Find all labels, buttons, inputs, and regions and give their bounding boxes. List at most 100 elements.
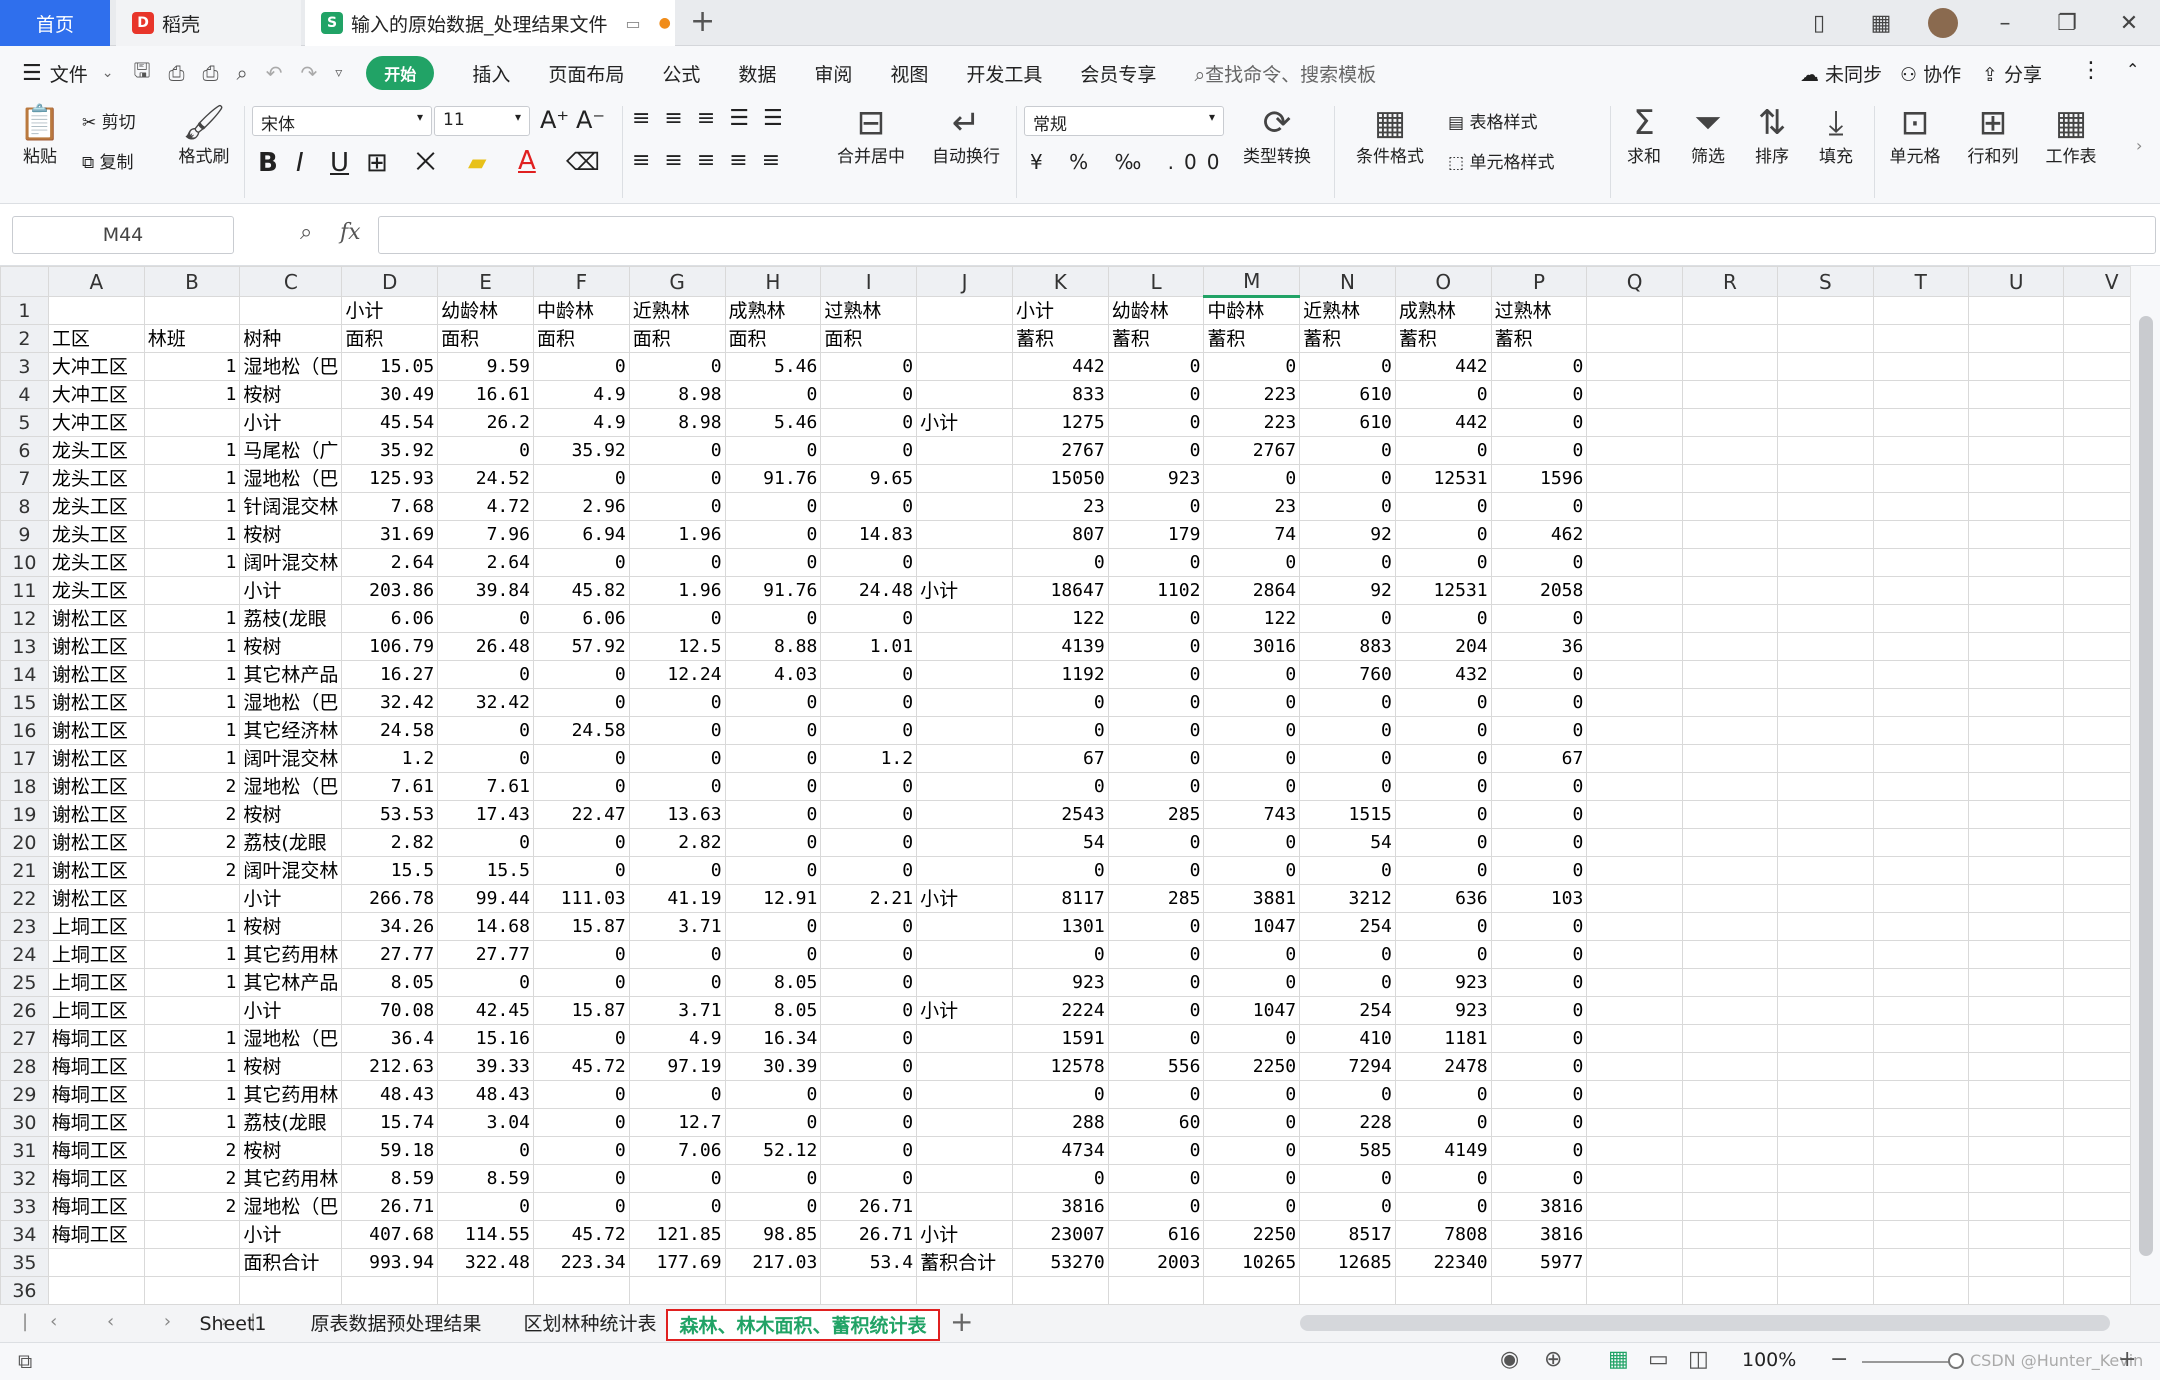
column-header-H[interactable]: H: [724, 266, 822, 297]
cell-I9[interactable]: 14.83: [820, 520, 918, 549]
cell-U33[interactable]: [1967, 1192, 2065, 1221]
cell-I16[interactable]: 0: [820, 716, 918, 745]
cell-N29[interactable]: 0: [1299, 1080, 1396, 1109]
cell-U23[interactable]: [1967, 912, 2065, 941]
cell-B33[interactable]: 2: [143, 1192, 241, 1221]
fill-button[interactable]: ⤓ 填充: [1808, 104, 1864, 167]
vertical-scrollbar[interactable]: [2130, 266, 2160, 1304]
cell-O33[interactable]: 0: [1394, 1192, 1492, 1221]
row-header[interactable]: 4: [0, 380, 49, 409]
cell-U26[interactable]: [1967, 996, 2065, 1025]
cell-P29[interactable]: 0: [1490, 1080, 1588, 1109]
bold-icon[interactable]: B: [258, 148, 278, 178]
cell-G25[interactable]: 0: [628, 968, 726, 997]
cell-K18[interactable]: 0: [1011, 772, 1109, 801]
add-sheet-icon[interactable]: +: [950, 1305, 973, 1338]
cell-L29[interactable]: 0: [1107, 1080, 1205, 1109]
language-icon[interactable]: ⊕: [1544, 1347, 1562, 1372]
cell-C25[interactable]: 其它林产品: [239, 968, 343, 997]
cell-N17[interactable]: 0: [1299, 744, 1396, 773]
cell-M12[interactable]: 122: [1203, 604, 1301, 633]
cell-U34[interactable]: [1967, 1220, 2065, 1249]
cell-I29[interactable]: 0: [820, 1080, 918, 1109]
cell-O27[interactable]: 1181: [1394, 1024, 1492, 1053]
cell-J24[interactable]: [916, 940, 1013, 969]
cell-M29[interactable]: 0: [1203, 1080, 1301, 1109]
cell-G2[interactable]: 面积: [628, 324, 726, 353]
cell-B25[interactable]: 1: [143, 968, 241, 997]
cell-J28[interactable]: [916, 1052, 1013, 1081]
cell-O15[interactable]: 0: [1394, 688, 1492, 717]
cell-A8[interactable]: 龙头工区: [47, 492, 145, 521]
cell-G33[interactable]: 0: [628, 1192, 726, 1221]
cell-D13[interactable]: 106.79: [341, 632, 439, 661]
zoom-level[interactable]: 100%: [1742, 1349, 1796, 1371]
cell-I24[interactable]: 0: [820, 940, 918, 969]
cell-Q33[interactable]: [1586, 1192, 1683, 1221]
cell-C18[interactable]: 湿地松（巴: [239, 772, 343, 801]
cell-L9[interactable]: 179: [1107, 520, 1205, 549]
cell-F31[interactable]: 0: [532, 1136, 630, 1165]
cell-H20[interactable]: 0: [724, 828, 822, 857]
cell-R1[interactable]: [1681, 296, 1779, 325]
cell-M35[interactable]: 10265: [1203, 1248, 1301, 1277]
cell-M18[interactable]: 0: [1203, 772, 1301, 801]
cell-D35[interactable]: 993.94: [341, 1248, 439, 1277]
cell-O2[interactable]: 蓄积: [1394, 324, 1492, 353]
cell-S36[interactable]: [1777, 1276, 1874, 1305]
menu-formula[interactable]: 公式: [662, 60, 700, 87]
row-header[interactable]: 22: [0, 884, 49, 913]
cell-R22[interactable]: [1681, 884, 1779, 913]
cell-A21[interactable]: 谢松工区: [47, 856, 145, 885]
cell-A18[interactable]: 谢松工区: [47, 772, 145, 801]
cell-S22[interactable]: [1777, 884, 1874, 913]
cell-N25[interactable]: 0: [1299, 968, 1396, 997]
cell-M26[interactable]: 1047: [1203, 996, 1301, 1025]
cell-P26[interactable]: 0: [1490, 996, 1588, 1025]
cell-P4[interactable]: 0: [1490, 380, 1588, 409]
cell-R17[interactable]: [1681, 744, 1779, 773]
cell-L22[interactable]: 285: [1107, 884, 1205, 913]
cell-H23[interactable]: 0: [724, 912, 822, 941]
cell-O13[interactable]: 204: [1394, 632, 1492, 661]
cell-N21[interactable]: 0: [1299, 856, 1396, 885]
cell-Q15[interactable]: [1586, 688, 1683, 717]
cell-C24[interactable]: 其它药用林: [239, 940, 343, 969]
cell-U27[interactable]: [1967, 1024, 2065, 1053]
cell-C33[interactable]: 湿地松（巴: [239, 1192, 343, 1221]
sheet-tab-zoning[interactable]: 区划林种统计表: [504, 1309, 676, 1341]
cell-C30[interactable]: 荔枝(龙眼: [239, 1108, 343, 1137]
cell-P10[interactable]: 0: [1490, 548, 1588, 577]
menu-page-layout[interactable]: 页面布局: [548, 60, 624, 87]
cell-B14[interactable]: 1: [143, 660, 241, 689]
cell-M23[interactable]: 1047: [1203, 912, 1301, 941]
row-header[interactable]: 23: [0, 912, 49, 941]
cell-T4[interactable]: [1872, 380, 1969, 409]
cell-S8[interactable]: [1777, 492, 1874, 521]
cell-D24[interactable]: 27.77: [341, 940, 439, 969]
column-header-J[interactable]: J: [916, 266, 1013, 297]
collab-button[interactable]: ⚇ 协作: [1900, 60, 1961, 87]
cell-D32[interactable]: 8.59: [341, 1164, 439, 1193]
cell-R30[interactable]: [1681, 1108, 1779, 1137]
cell-Q9[interactable]: [1586, 520, 1683, 549]
cell-H10[interactable]: 0: [724, 548, 822, 577]
sort-button[interactable]: ⇅ 排序: [1744, 104, 1800, 167]
cell-H18[interactable]: 0: [724, 772, 822, 801]
cell-T27[interactable]: [1872, 1024, 1969, 1053]
cell-J9[interactable]: [916, 520, 1013, 549]
cell-K33[interactable]: 3816: [1011, 1192, 1109, 1221]
column-header-U[interactable]: U: [1967, 266, 2065, 297]
row-header[interactable]: 14: [0, 660, 49, 689]
menu-insert[interactable]: 插入: [472, 60, 510, 87]
cell-I23[interactable]: 0: [820, 912, 918, 941]
cell-D3[interactable]: 15.05: [341, 352, 439, 381]
cell-N31[interactable]: 585: [1299, 1136, 1396, 1165]
cell-B3[interactable]: 1: [143, 352, 241, 381]
cell-B4[interactable]: 1: [143, 380, 241, 409]
cell-K28[interactable]: 12578: [1011, 1052, 1109, 1081]
cell-H3[interactable]: 5.46: [724, 352, 822, 381]
cell-G1[interactable]: 近熟林: [628, 296, 726, 325]
cell-N16[interactable]: 0: [1299, 716, 1396, 745]
cell-K21[interactable]: 0: [1011, 856, 1109, 885]
